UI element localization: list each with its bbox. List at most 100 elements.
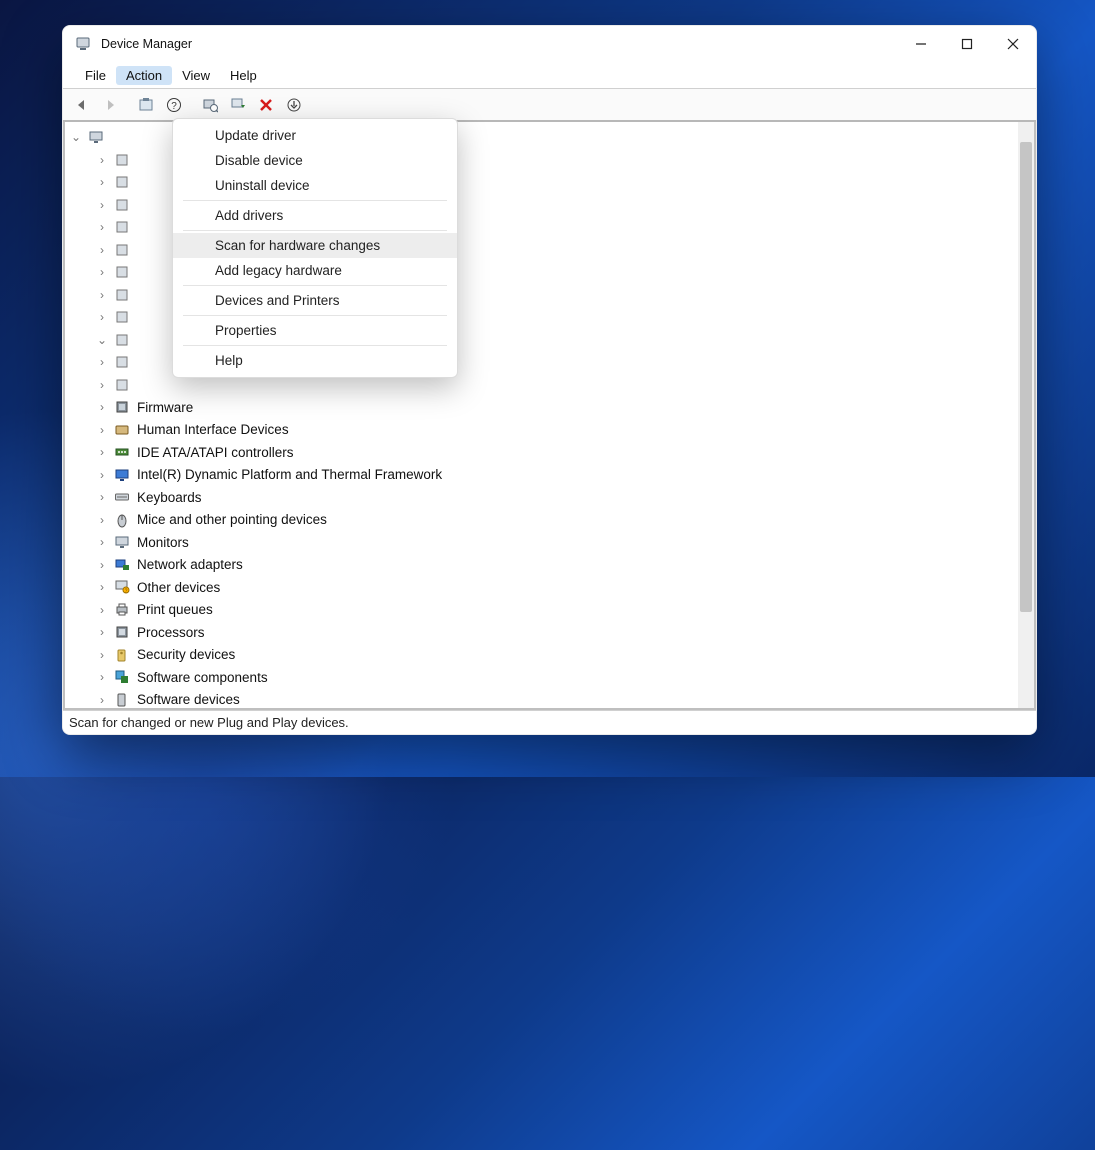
software-dev-icon bbox=[113, 692, 131, 708]
tree-node-label: Firmware bbox=[137, 400, 193, 415]
back-button[interactable] bbox=[69, 92, 95, 118]
tree-root-label: — bbox=[111, 130, 125, 145]
generic-icon bbox=[113, 287, 131, 303]
tree-node[interactable]: › Print queues bbox=[71, 599, 1018, 622]
scan-button[interactable] bbox=[197, 92, 223, 118]
tree-node[interactable]: › Human Interface Devices bbox=[71, 419, 1018, 442]
chevron-icon[interactable]: › bbox=[97, 648, 107, 662]
action-menu-item[interactable]: Scan for hardware changes bbox=[173, 233, 457, 258]
device-manager-window: Device Manager File Action View Help ? ⌄… bbox=[62, 25, 1037, 735]
chevron-icon[interactable]: › bbox=[97, 378, 107, 392]
action-menu-item[interactable]: Properties bbox=[173, 318, 457, 343]
security-icon bbox=[113, 647, 131, 663]
tree-node[interactable]: › Intel(R) Dynamic Platform and Thermal … bbox=[71, 464, 1018, 487]
tree-node[interactable]: › Processors bbox=[71, 621, 1018, 644]
action-menu-dropdown[interactable]: Update driverDisable deviceUninstall dev… bbox=[172, 118, 458, 378]
chevron-icon[interactable]: › bbox=[97, 535, 107, 549]
chevron-icon[interactable]: › bbox=[97, 175, 107, 189]
action-menu-item[interactable]: Help bbox=[173, 348, 457, 373]
tree-node-label: Network adapters bbox=[137, 557, 243, 572]
menu-separator bbox=[183, 200, 447, 201]
chevron-icon[interactable]: › bbox=[97, 580, 107, 594]
chevron-icon[interactable]: › bbox=[97, 198, 107, 212]
tree-node[interactable]: › Firmware bbox=[71, 396, 1018, 419]
action-menu-item[interactable]: Uninstall device bbox=[173, 173, 457, 198]
chevron-down-icon[interactable]: ⌄ bbox=[71, 130, 81, 144]
chevron-icon[interactable]: › bbox=[97, 603, 107, 617]
generic-icon bbox=[113, 219, 131, 235]
uninstall-button[interactable] bbox=[253, 92, 279, 118]
mouse-icon bbox=[113, 512, 131, 528]
other-icon: ? bbox=[113, 579, 131, 595]
generic-icon bbox=[113, 309, 131, 325]
action-menu-item[interactable]: Update driver bbox=[173, 123, 457, 148]
chevron-icon[interactable]: › bbox=[97, 625, 107, 639]
chevron-icon[interactable]: ⌄ bbox=[97, 333, 107, 347]
menu-view[interactable]: View bbox=[172, 66, 220, 85]
tree-node[interactable]: › IDE ATA/ATAPI controllers bbox=[71, 441, 1018, 464]
chevron-icon[interactable]: › bbox=[97, 445, 107, 459]
scrollbar[interactable] bbox=[1018, 122, 1034, 708]
monitor-icon bbox=[113, 534, 131, 550]
close-button[interactable] bbox=[990, 26, 1036, 62]
tree-node[interactable]: › Keyboards bbox=[71, 486, 1018, 509]
chevron-icon[interactable]: › bbox=[97, 310, 107, 324]
chevron-icon[interactable]: › bbox=[97, 288, 107, 302]
tree-node[interactable]: › Monitors bbox=[71, 531, 1018, 554]
keyboard-icon bbox=[113, 489, 131, 505]
tree-node-label: Monitors bbox=[137, 535, 189, 550]
menu-file[interactable]: File bbox=[75, 66, 116, 85]
update-driver-button[interactable] bbox=[225, 92, 251, 118]
action-menu-item[interactable]: Add drivers bbox=[173, 203, 457, 228]
action-menu-item[interactable]: Disable device bbox=[173, 148, 457, 173]
tree-node[interactable]: › Security devices bbox=[71, 644, 1018, 667]
monitor-blue-icon bbox=[113, 467, 131, 483]
hid-icon bbox=[113, 422, 131, 438]
generic-icon bbox=[113, 242, 131, 258]
network-icon bbox=[113, 557, 131, 573]
tree-node-label: Human Interface Devices bbox=[137, 422, 289, 437]
chevron-icon[interactable]: › bbox=[97, 153, 107, 167]
menu-separator bbox=[183, 285, 447, 286]
help-button[interactable]: ? bbox=[161, 92, 187, 118]
chip-icon bbox=[113, 399, 131, 415]
menu-separator bbox=[183, 315, 447, 316]
show-hidden-button[interactable] bbox=[133, 92, 159, 118]
chevron-icon[interactable]: › bbox=[97, 220, 107, 234]
tree-node[interactable]: › ? Other devices bbox=[71, 576, 1018, 599]
tree-node-label: Software components bbox=[137, 670, 268, 685]
generic-icon bbox=[113, 174, 131, 190]
tree-node[interactable]: › Mice and other pointing devices bbox=[71, 509, 1018, 532]
chevron-icon[interactable]: › bbox=[97, 265, 107, 279]
svg-text:?: ? bbox=[171, 101, 177, 112]
scrollbar-thumb[interactable] bbox=[1020, 142, 1032, 612]
tree-node-label: Software devices bbox=[137, 692, 240, 707]
tree-node[interactable]: › Software devices bbox=[71, 689, 1018, 709]
window-title: Device Manager bbox=[101, 37, 192, 51]
chevron-icon[interactable]: › bbox=[97, 670, 107, 684]
chevron-icon[interactable]: › bbox=[97, 468, 107, 482]
minimize-button[interactable] bbox=[898, 26, 944, 62]
chevron-icon[interactable]: › bbox=[97, 693, 107, 707]
toolbar: ? bbox=[63, 88, 1036, 122]
chevron-icon[interactable]: › bbox=[97, 355, 107, 369]
menu-action[interactable]: Action bbox=[116, 66, 172, 85]
tree-node[interactable]: › Network adapters bbox=[71, 554, 1018, 577]
tree-node-label: Other devices bbox=[137, 580, 220, 595]
maximize-button[interactable] bbox=[944, 26, 990, 62]
printer-icon bbox=[113, 602, 131, 618]
ide-icon bbox=[113, 444, 131, 460]
action-menu-item[interactable]: Devices and Printers bbox=[173, 288, 457, 313]
menu-help[interactable]: Help bbox=[220, 66, 267, 85]
action-menu-item[interactable]: Add legacy hardware bbox=[173, 258, 457, 283]
tree-node[interactable]: › Software components bbox=[71, 666, 1018, 689]
chevron-icon[interactable]: › bbox=[97, 513, 107, 527]
forward-button[interactable] bbox=[97, 92, 123, 118]
chevron-icon[interactable]: › bbox=[97, 423, 107, 437]
chevron-icon[interactable]: › bbox=[97, 558, 107, 572]
chevron-icon[interactable]: › bbox=[97, 243, 107, 257]
menu-separator bbox=[183, 345, 447, 346]
enable-button[interactable] bbox=[281, 92, 307, 118]
chevron-icon[interactable]: › bbox=[97, 490, 107, 504]
chevron-icon[interactable]: › bbox=[97, 400, 107, 414]
